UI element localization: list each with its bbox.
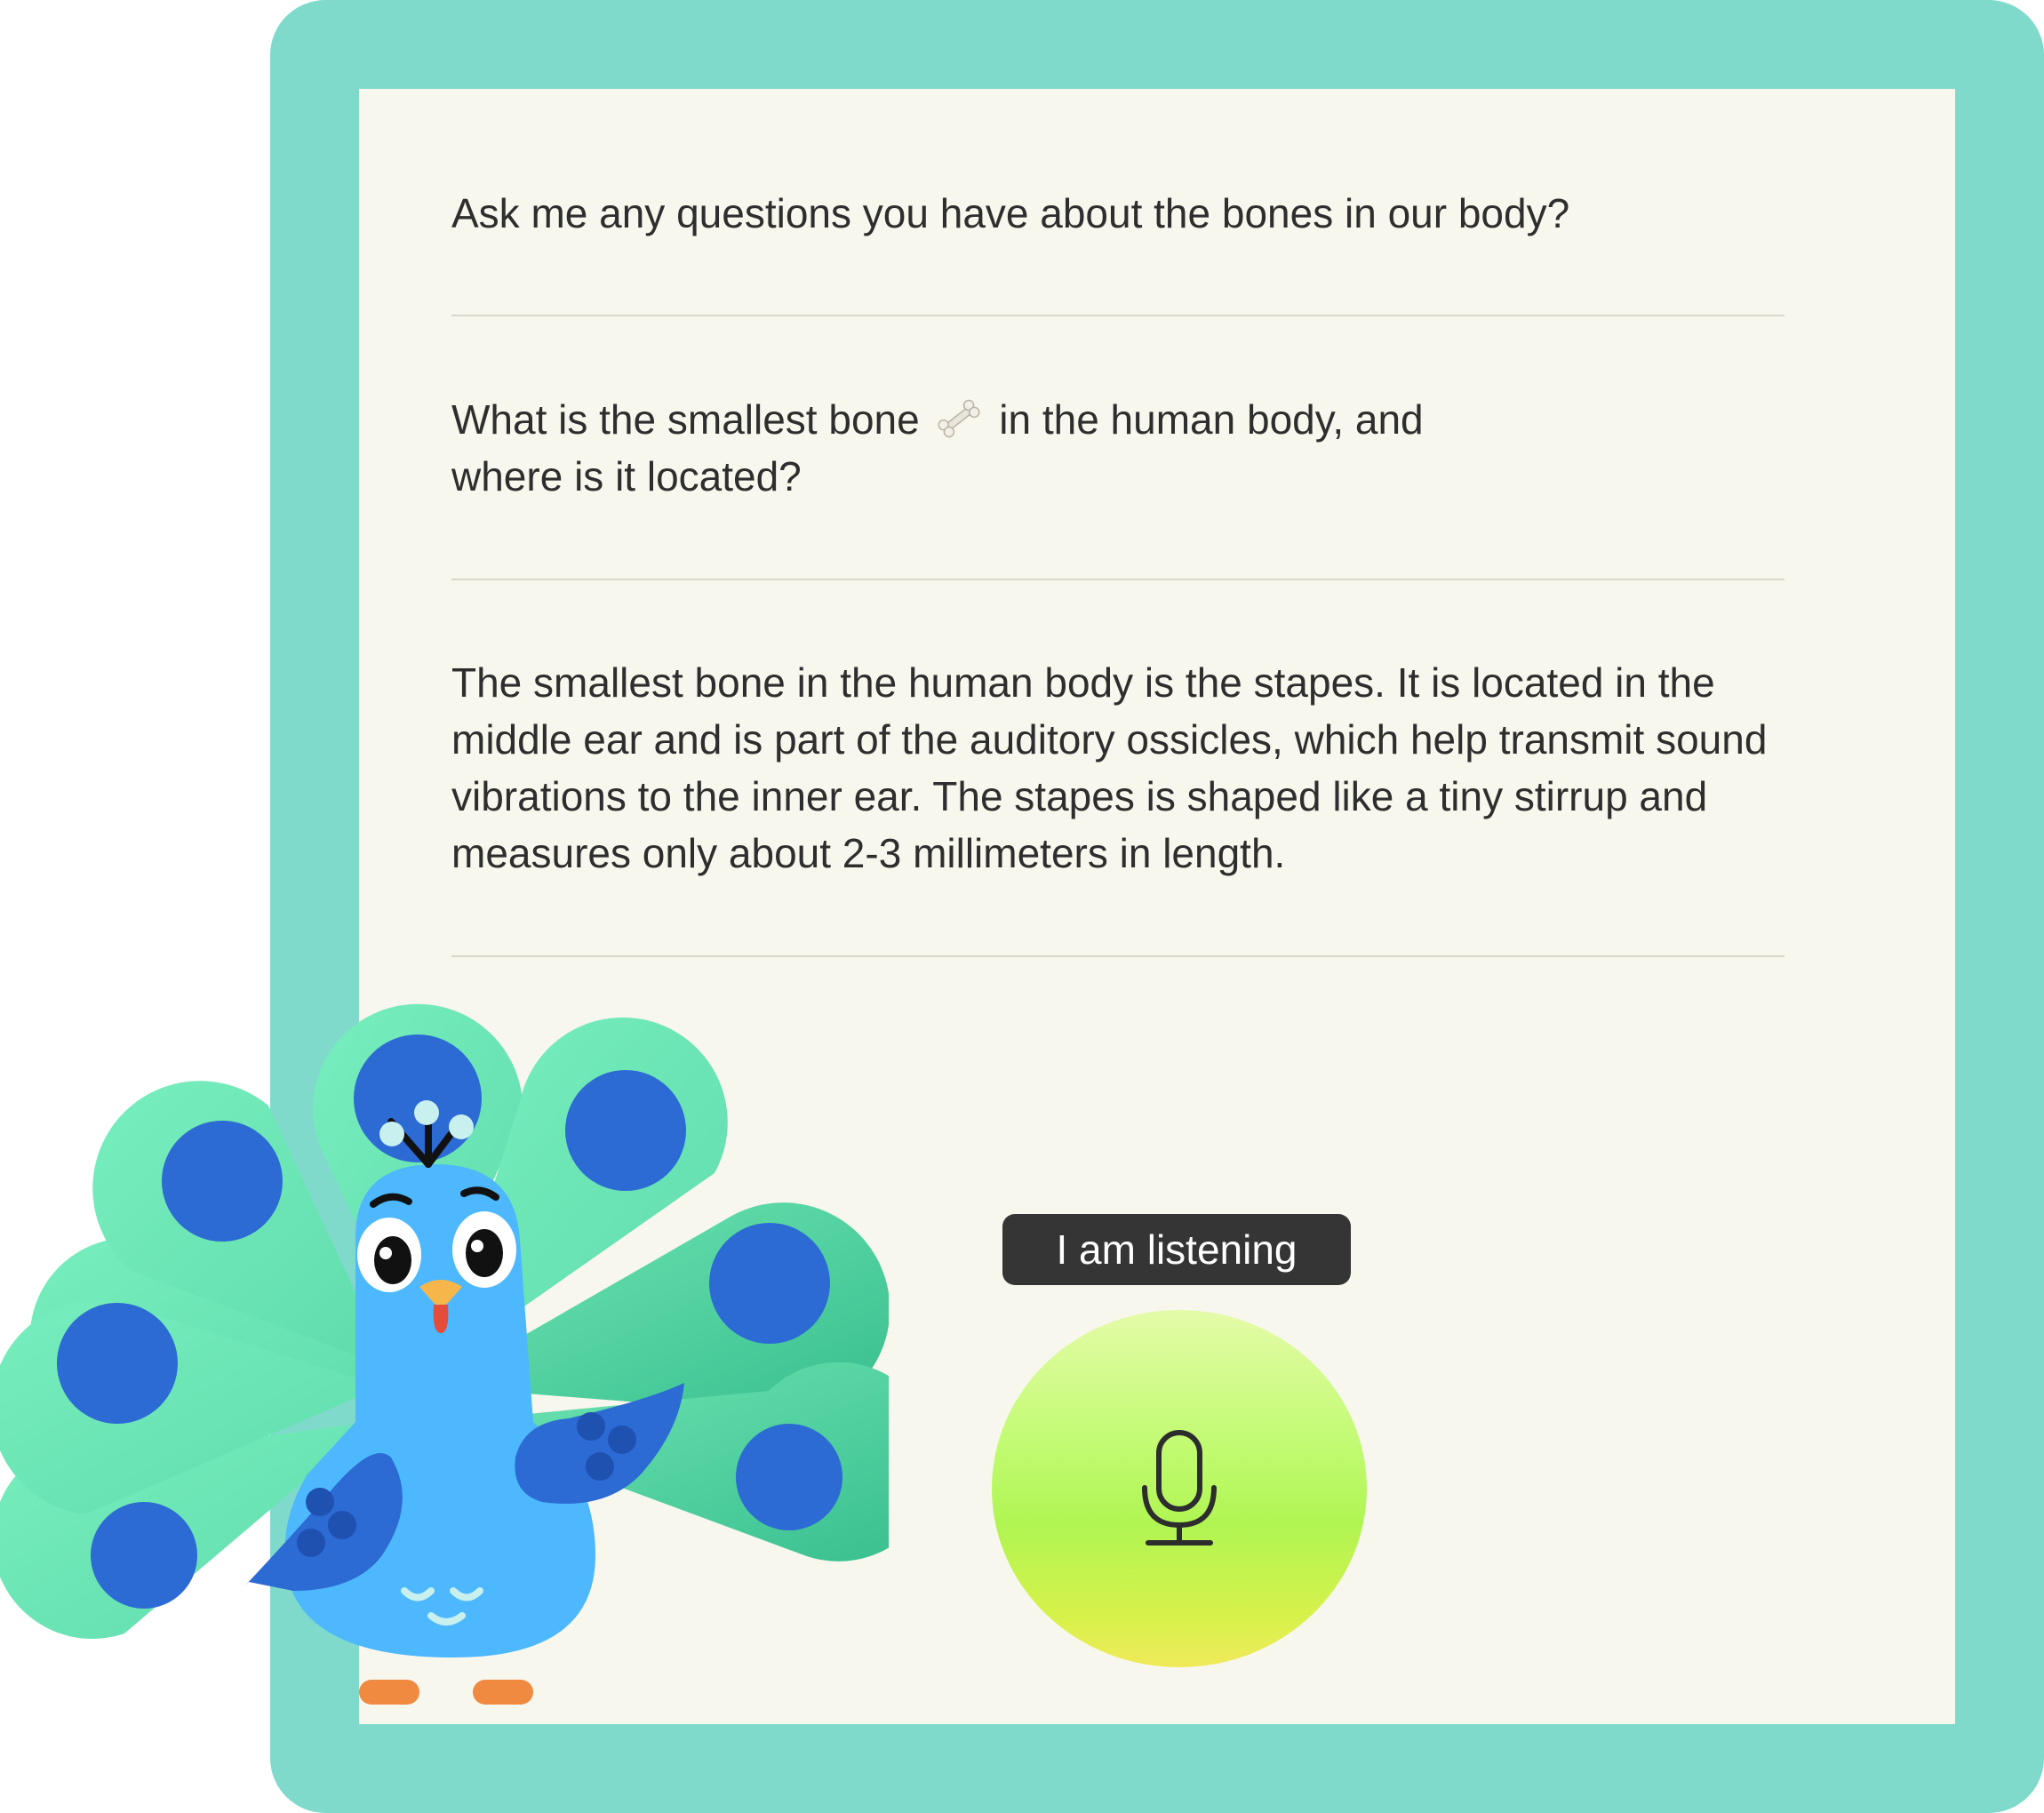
bone-icon xyxy=(938,399,980,438)
message-divider xyxy=(451,315,1785,316)
peacock-right-foot xyxy=(473,1680,533,1705)
microphone-icon xyxy=(1142,1430,1217,1545)
peacock-mascot xyxy=(0,1003,889,1705)
message-divider xyxy=(451,955,1785,957)
peacock-left-foot xyxy=(359,1680,419,1705)
message-divider xyxy=(451,579,1785,580)
listening-status-badge: I am listening xyxy=(1002,1214,1351,1285)
question-text-start: What is the smallest bone xyxy=(451,396,920,443)
microphone-button[interactable] xyxy=(992,1310,1367,1667)
assistant-prompt-message: Ask me any questions you have about the … xyxy=(451,190,1570,236)
assistant-answer-message: The smallest bone in the human body is t… xyxy=(451,659,1768,876)
user-question-message: What is the smallest bone in the human b… xyxy=(451,391,1482,505)
